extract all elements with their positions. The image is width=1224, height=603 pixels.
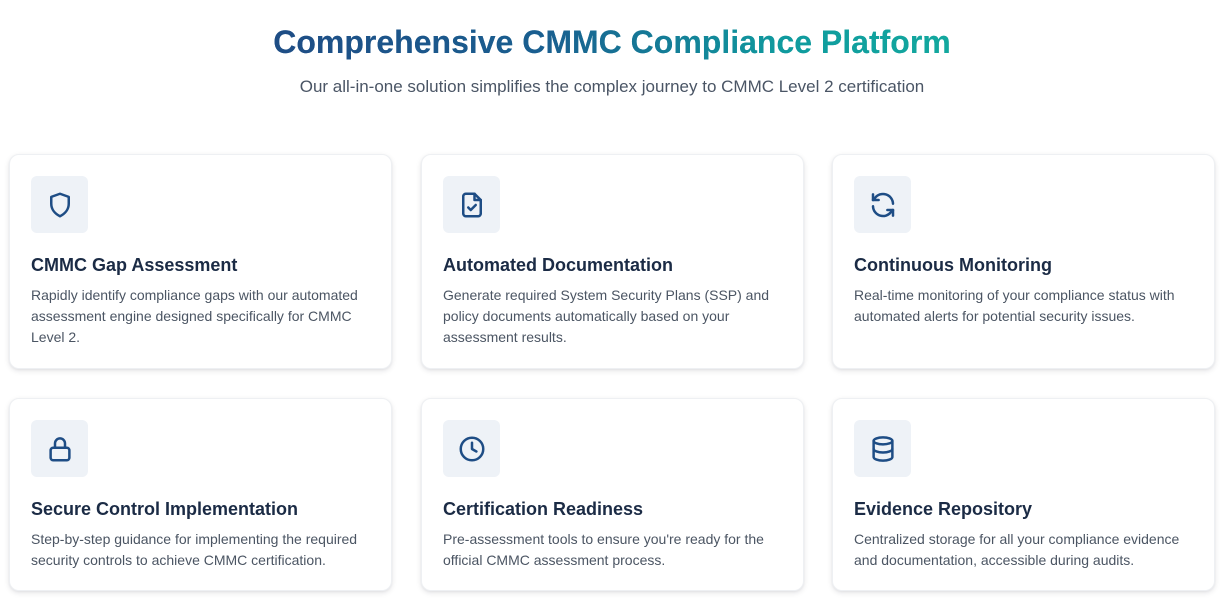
feature-description: Step-by-step guidance for implementing t… xyxy=(31,531,358,568)
feature-card-evidence-repository: Evidence Repository Centralized storage … xyxy=(832,398,1215,591)
feature-description: Centralized storage for all your complia… xyxy=(854,531,1180,568)
feature-description: Rapidly identify compliance gaps with ou… xyxy=(31,287,358,345)
feature-description: Pre-assessment tools to ensure you're re… xyxy=(443,531,764,568)
feature-title: CMMC Gap Assessment xyxy=(31,255,238,275)
feature-icon-box xyxy=(31,176,88,233)
feature-card-automated-documentation: Automated Documentation Generate require… xyxy=(421,154,804,369)
lock-icon xyxy=(48,436,71,461)
feature-title: Secure Control Implementation xyxy=(31,499,299,519)
feature-card-certification-readiness: Certification Readiness Pre-assessment t… xyxy=(421,398,804,591)
feature-icon-box xyxy=(854,420,911,477)
feature-title: Automated Documentation xyxy=(443,255,674,275)
page-subtitle: Our all-in-one solution simplifies the c… xyxy=(299,77,925,96)
feature-icon-box xyxy=(31,420,88,477)
feature-card-secure-control: Secure Control Implementation Step-by-st… xyxy=(9,398,392,591)
database-icon xyxy=(871,435,894,462)
feature-title: Evidence Repository xyxy=(854,499,1033,519)
feature-description: Generate required System Security Plans … xyxy=(443,287,770,345)
feature-icon-box xyxy=(854,176,911,233)
document-check-icon xyxy=(461,192,482,217)
feature-icon-box xyxy=(443,420,500,477)
refresh-icon xyxy=(871,192,894,217)
feature-title: Certification Readiness xyxy=(443,499,644,519)
feature-title: Continuous Monitoring xyxy=(854,255,1052,275)
page-title: Comprehensive CMMC Compliance Platform xyxy=(0,22,1224,62)
page-title-text: Comprehensive CMMC Compliance Platform xyxy=(273,24,951,60)
feature-description: Real-time monitoring of your compliance … xyxy=(854,287,1175,324)
clock-icon xyxy=(459,436,484,461)
feature-card-gap-assessment: CMMC Gap Assessment Rapidly identify com… xyxy=(9,154,392,369)
feature-card-continuous-monitoring: Continuous Monitoring Real-time monitori… xyxy=(832,154,1215,369)
feature-icon-box xyxy=(443,176,500,233)
shield-icon xyxy=(49,192,70,217)
